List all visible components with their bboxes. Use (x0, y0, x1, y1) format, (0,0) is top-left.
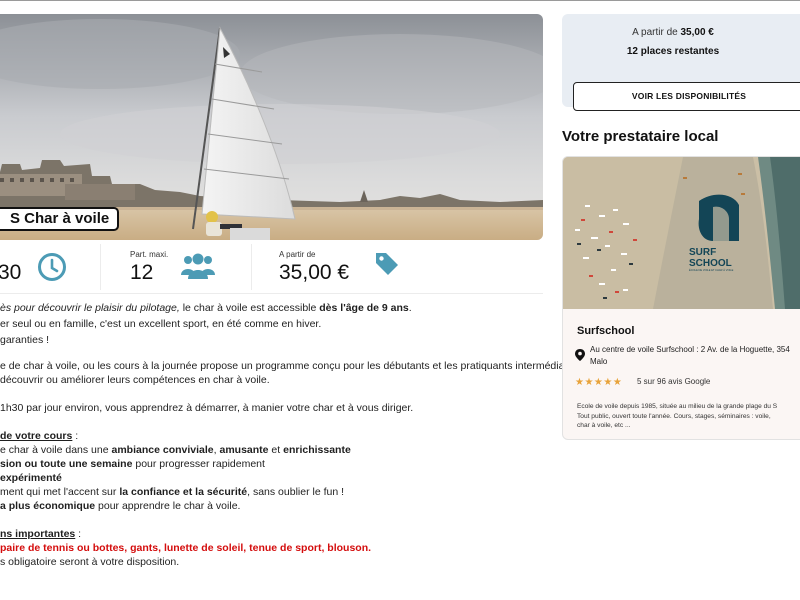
heading-text: ns importantes (0, 528, 76, 540)
booking-card: A partir de 35,00 € 12 places restantes … (562, 14, 800, 111)
provider-description-line: Tout public, ouvert toute l'année. Cours… (577, 412, 771, 420)
description-highlight: sion ou toute une semaine (0, 458, 133, 470)
equipment-warning: paire de tennis ou bottes, gants, lunett… (0, 542, 372, 554)
description-text: ès pour découvrir le plaisir du pilotage… (0, 302, 183, 314)
description-highlight: ambiance conviviale (111, 444, 214, 456)
description-line: ès pour découvrir le plaisir du pilotage… (0, 301, 412, 315)
max-participants-stat: Part. maxi. 12 (101, 240, 251, 294)
heading-colon: : (72, 430, 79, 442)
description-text: le char à voile est accessible (182, 302, 320, 314)
provider-address: Malo (590, 357, 608, 366)
activity-title: S Char à voile (0, 207, 120, 231)
description-line: garanties ! (0, 334, 50, 346)
description-text: ment qui met l'accent sur (0, 486, 120, 498)
description-highlight: enrichissante (283, 444, 351, 456)
logo-text: SCHOOL (689, 258, 732, 269)
description-line: s obligatoire seront à votre disposition… (0, 556, 180, 568)
description-line: sion ou toute une semaine pour progresse… (0, 457, 265, 471)
starting-price-label: A partir de (279, 250, 316, 259)
clock-icon (38, 253, 66, 281)
description-text: . (408, 302, 412, 314)
description-highlight: amusante (219, 444, 269, 456)
remaining-places: 12 places restantes (626, 46, 720, 57)
booking-price: 35,00 € (680, 27, 714, 38)
google-rating[interactable]: 5 sur 96 avis Google (637, 377, 710, 386)
description-line: ment qui met l'accent sur la confiance e… (0, 485, 344, 499)
provider-address: Au centre de voile Surfschool : 2 Av. de… (590, 345, 790, 354)
description-line: e char à voile dans une ambiance convivi… (0, 443, 351, 457)
provider-beach-photo: SURF SCHOOL ÉCOLE DE VOILE ET CHAR À VOI… (563, 157, 800, 309)
description-highlight: expérimenté (0, 472, 62, 484)
booking-price-prefix: A partir de (632, 27, 681, 38)
description-line: expérimenté (0, 471, 62, 485)
local-provider-heading: Votre prestataire local (562, 128, 719, 145)
view-availability-button[interactable]: VOIR LES DISPONIBILITÉS (573, 82, 800, 111)
logo-text: SURF (689, 247, 716, 258)
description-highlight: la confiance et la sécurité (119, 486, 248, 498)
description-line: er seul ou en famille, c'est un excellen… (0, 318, 322, 330)
provider-card[interactable]: SURF SCHOOL ÉCOLE DE VOILE ET CHAR À VOI… (562, 156, 800, 440)
duration-stat: 30 (0, 240, 100, 294)
important-info-heading: ns importantes : (0, 527, 81, 541)
max-participants-value: 12 (130, 261, 154, 284)
provider-description: Ecole de voile depuis 1985, située au mi… (577, 402, 777, 431)
description-text: e char à voile dans une (0, 444, 112, 456)
booking-price-line: A partir de 35,00 € (562, 27, 784, 38)
description-line: e de char à voile, ou les cours à la jou… (0, 360, 582, 372)
provider-description-line: Ecole de voile depuis 1985, située au mi… (577, 403, 778, 410)
heading-colon: : (75, 528, 82, 540)
duration-value: 30 (0, 261, 22, 284)
stats-row: 30 Part. maxi. 12 A partir de 35,00 € (0, 240, 543, 294)
rating-stars-icon: ★★★★★ (575, 377, 623, 388)
description-text: , sans oublier le fun ! (247, 486, 345, 498)
course-details-heading: de votre cours : (0, 429, 78, 443)
description-highlight: dès l'âge de 9 ans (319, 302, 409, 314)
description-text: pour apprendre le char à voile. (95, 500, 241, 512)
description-line: a plus économique pour apprendre le char… (0, 499, 240, 513)
description-text: pour progresser rapidement (132, 458, 265, 470)
price-tag-icon (376, 253, 398, 275)
top-divider (0, 0, 800, 1)
description-line: découvrir ou améliorer leurs compétences… (0, 374, 270, 386)
starting-price-value: 35,00 € (279, 261, 350, 284)
description-text: et (268, 444, 284, 456)
description-line: 1h30 par jour environ, vous apprendrez à… (0, 402, 414, 414)
provider-description-line: char à voile, etc ... (577, 422, 631, 429)
heading-text: de votre cours (0, 430, 73, 442)
description-highlight: a plus économique (0, 500, 96, 512)
starting-price-stat: A partir de 35,00 € (252, 240, 452, 294)
group-icon (181, 253, 215, 279)
location-pin-icon (575, 349, 585, 361)
max-participants-label: Part. maxi. (130, 250, 169, 259)
provider-name[interactable]: Surfschool (577, 325, 634, 337)
